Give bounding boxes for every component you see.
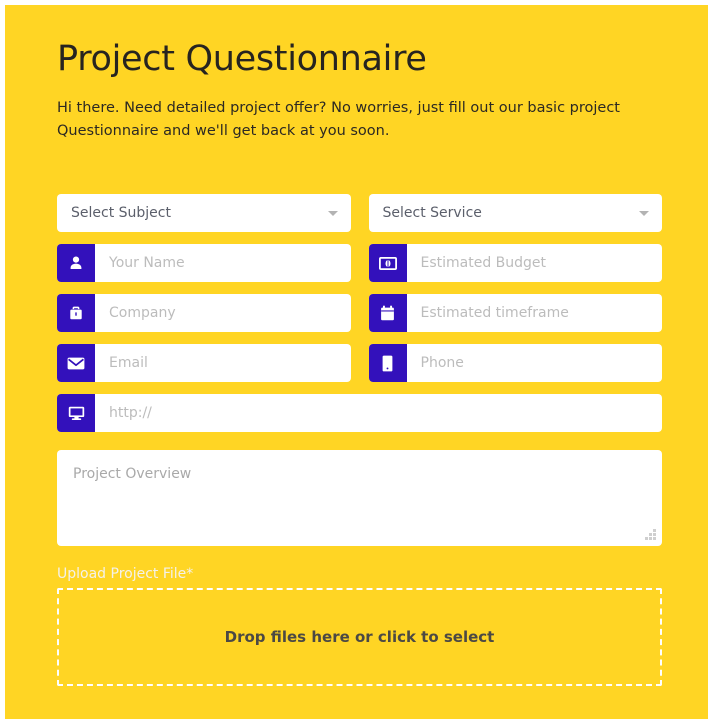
mobile-phone-icon bbox=[368, 344, 407, 383]
estimated-timeframe-input[interactable] bbox=[406, 294, 662, 333]
questionnaire-form: Select Subject Select Service Your Name … bbox=[57, 194, 662, 687]
desktop-monitor-icon bbox=[57, 394, 95, 433]
field-company bbox=[57, 294, 351, 333]
chevron-down-icon bbox=[639, 211, 649, 217]
chevron-down-icon bbox=[327, 211, 338, 217]
your-name-input[interactable] bbox=[95, 244, 351, 283]
form-row-company-timeframe bbox=[57, 294, 662, 333]
page-intro-text: Hi there. Need detailed project offer? N… bbox=[57, 100, 620, 139]
project-overview-wrap bbox=[57, 450, 662, 547]
form-row-website bbox=[57, 394, 662, 433]
form-row-name-budget bbox=[57, 244, 662, 283]
company-input[interactable] bbox=[95, 294, 351, 333]
phone-input[interactable] bbox=[406, 344, 662, 383]
upload-label: Upload Project File* bbox=[57, 566, 194, 583]
money-bill-icon bbox=[368, 244, 407, 283]
briefcase-icon bbox=[57, 294, 95, 333]
field-email bbox=[57, 344, 351, 383]
select-service-label: Select Service bbox=[382, 205, 482, 222]
select-subject[interactable]: Select Subject bbox=[57, 194, 351, 233]
calendar-icon bbox=[368, 294, 407, 333]
upload-section: Upload Project File* Drop files here or … bbox=[57, 566, 662, 687]
field-phone bbox=[368, 344, 662, 383]
estimated-budget-input[interactable] bbox=[406, 244, 662, 283]
project-overview-textarea[interactable] bbox=[57, 450, 662, 547]
envelope-icon bbox=[57, 344, 95, 383]
website-input[interactable] bbox=[95, 394, 662, 433]
dropzone-text: Drop files here or click to select bbox=[224, 628, 495, 647]
field-estimated-budget bbox=[368, 244, 662, 283]
field-website bbox=[57, 394, 662, 433]
questionnaire-page: Project Questionnaire Hi there. Need det… bbox=[5, 5, 708, 719]
form-row-email-phone bbox=[57, 344, 662, 383]
form-row-selects: Select Subject Select Service bbox=[57, 194, 662, 233]
email-input[interactable] bbox=[95, 344, 351, 383]
select-subject-label: Select Subject bbox=[71, 205, 171, 222]
field-your-name bbox=[57, 244, 351, 283]
field-estimated-timeframe bbox=[368, 294, 662, 333]
file-dropzone[interactable]: Drop files here or click to select bbox=[57, 588, 662, 687]
user-icon bbox=[57, 244, 95, 283]
page-title: Project Questionnaire bbox=[57, 39, 427, 79]
select-service[interactable]: Select Service bbox=[368, 194, 662, 233]
